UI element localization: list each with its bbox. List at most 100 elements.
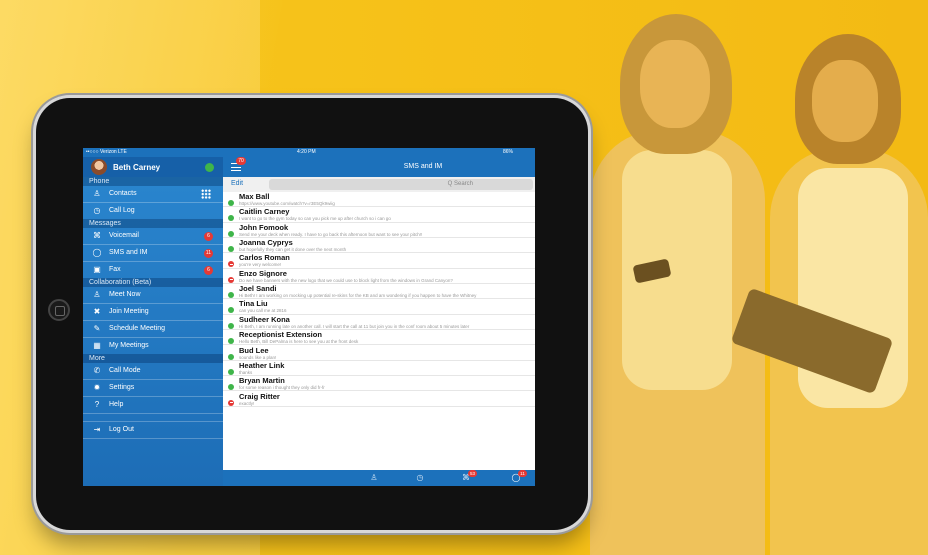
sidebar-item-settings[interactable]: ✹ Settings (83, 380, 223, 396)
conversation-row[interactable]: Joanna Cyprys but hopefully they can get … (223, 238, 535, 254)
sidebar-item-fax[interactable]: ▣ Fax 6 (83, 262, 223, 278)
conversation-row[interactable]: Carlos Roman you're very welcome! (223, 253, 535, 269)
conversation-row[interactable]: Bud Lee sounds like a plan! (223, 346, 535, 361)
message-preview: but hopefully they can get it done over … (239, 247, 347, 253)
contact-name: Bryan Martin (239, 376, 285, 386)
message-preview: for some reason i thought they only did … (239, 385, 325, 391)
sidebar-item-join-meeting[interactable]: ✖ Join Meeting (83, 304, 223, 320)
online-status-icon (228, 200, 234, 206)
avatar (91, 159, 107, 175)
user-header[interactable]: Beth Carney (83, 157, 223, 177)
contact-name: Caitlin Carney (239, 207, 290, 217)
online-status-icon (228, 338, 234, 345)
contact-name: Heather Link (239, 360, 285, 370)
clock-icon: ◷ (416, 473, 424, 482)
chat-tab-badge: 11 (518, 470, 527, 477)
sidebar-item-label: SMS and IM (109, 249, 148, 256)
sidebar-item-label: My Meetings (109, 342, 149, 349)
sidebar-item-log-out[interactable]: ⇥ Log Out (83, 422, 223, 438)
conversation-row[interactable]: John Fomook Send me your deck when ready.… (223, 223, 535, 238)
contact-name: Receptionist Extension (239, 330, 322, 340)
contact-name: Craig Ritter (239, 391, 280, 401)
do-not-disturb-icon (228, 399, 234, 406)
home-button[interactable] (48, 299, 70, 321)
conversation-row[interactable]: Heather Link thanks (223, 360, 535, 377)
contact-name: John Fomook (239, 222, 289, 232)
sidebar-item-label: Join Meeting (109, 308, 149, 315)
sidebar-item-call-mode[interactable]: ✆ Call Mode (83, 363, 223, 379)
person-2-face (812, 60, 878, 142)
divider (83, 438, 223, 439)
conversation-list: Max Ball https://www.youtube.com/watch?v=… (223, 192, 535, 470)
sidebar-item-label: Meet Now (109, 291, 141, 298)
conversation-row[interactable]: Caitlin Carney I want to go to the gym to… (223, 207, 535, 223)
conversation-row[interactable]: Sudheer Kona Hi Beth, I am running late o… (223, 315, 535, 331)
sidebar-item-label: Settings (109, 384, 135, 391)
message-preview: I want to go to the gym today so can you… (239, 216, 391, 222)
edit-button[interactable]: Edit (231, 180, 243, 187)
sidebar-item-label: Log Out (109, 426, 134, 433)
nav-bar: 70 SMS and IM (223, 157, 535, 177)
contact-name: Tina Liu (239, 299, 268, 309)
contact-name: Max Ball (239, 192, 270, 201)
online-status-icon (228, 307, 234, 314)
message-preview: Do we have banners with the new logo tha… (239, 277, 453, 283)
status-bar: ••○○○ Verizon LTE 4:20 PM 86% (83, 148, 535, 157)
presence-status-icon[interactable] (205, 163, 214, 172)
voicemail-icon: ⌘ (93, 231, 101, 240)
message-preview: Hi Beth, I am running late on another ca… (239, 323, 470, 329)
voicemail-count-badge: 6 (204, 232, 213, 241)
tablet-device: ••○○○ Verizon LTE 4:20 PM 86% Beth Carne… (36, 98, 588, 530)
tab-call-log[interactable]: ◷ (413, 473, 427, 483)
sidebar-item-contacts[interactable]: ♙ Contacts (83, 186, 223, 202)
contact-name: Joel Sandi (239, 284, 277, 294)
fax-count-badge: 6 (204, 266, 213, 275)
section-more: More (83, 354, 223, 363)
calendar-icon: ▦ (93, 341, 101, 350)
sidebar-item-schedule-meeting[interactable]: ✎ Schedule Meeting (83, 321, 223, 337)
message-preview: you're very welcome! (239, 262, 282, 268)
online-status-icon (228, 368, 234, 375)
tab-contacts[interactable]: ♙ (367, 473, 381, 483)
person-icon: ♙ (93, 189, 101, 198)
phone-icon: ✆ (93, 366, 101, 375)
conversation-row[interactable]: Receptionist Extension Hello Beth, Bill D… (223, 330, 535, 346)
contact-name: Enzo Signore (239, 268, 287, 278)
conversation-row[interactable]: Max Ball https://www.youtube.com/watch?v=… (223, 192, 535, 208)
sidebar-item-sms[interactable]: ◯ SMS and IM 11 (83, 245, 223, 261)
conversation-row[interactable]: Bryan Martin for some reason i thought th… (223, 376, 535, 392)
online-status-icon (228, 292, 234, 299)
section-collaboration: Collaboration (Beta) (83, 278, 223, 287)
dialpad-icon[interactable] (201, 189, 211, 199)
sidebar-item-voicemail[interactable]: ⌘ Voicemail 6 (83, 228, 223, 244)
section-phone: Phone (83, 177, 223, 186)
message-preview: Hi Beth! I am working on mocking up pote… (239, 293, 477, 299)
conversation-row[interactable]: Craig Ritter exactly! (223, 392, 535, 407)
conversation-row[interactable]: Joel Sandi Hi Beth! I am working on mocki… (223, 284, 535, 300)
sidebar-item-label: Contacts (109, 190, 137, 197)
conversation-row[interactable]: Tina Liu can you call me at 2816 (223, 299, 535, 315)
tab-voicemail[interactable]: ⌘ 53 (459, 470, 477, 483)
divider (83, 413, 223, 414)
message-preview: sounds like a plan! (239, 354, 277, 360)
sidebar-item-label: Schedule Meeting (109, 325, 166, 332)
help-icon: ? (94, 400, 100, 409)
tab-sms[interactable]: ◯ 11 (509, 470, 527, 483)
conversation-row[interactable]: Enzo Signore Do we have banners with the … (223, 268, 535, 285)
clock: 4:20 PM (297, 149, 316, 155)
online-status-icon (228, 246, 234, 253)
group-icon: ♙ (93, 290, 101, 299)
message-preview: https://www.youtube.com/watch?v=r3E5Qk9w… (239, 201, 335, 206)
sidebar-item-my-meetings[interactable]: ▦ My Meetings (83, 338, 223, 354)
search-input[interactable]: Q Search (269, 179, 533, 190)
do-not-disturb-icon (228, 261, 234, 268)
gear-icon: ✹ (93, 383, 101, 392)
sidebar-item-help[interactable]: ? Help (83, 397, 223, 413)
sidebar-item-meet-now[interactable]: ♙ Meet Now (83, 287, 223, 303)
chat-bubble-icon: ◯ (92, 248, 102, 257)
message-preview: thanks (239, 369, 253, 375)
tablet-screen: ••○○○ Verizon LTE 4:20 PM 86% Beth Carne… (83, 148, 535, 486)
online-status-icon (228, 384, 234, 391)
person-1-face (640, 40, 710, 128)
sidebar-item-call-log[interactable]: ◷ Call Log (83, 203, 223, 219)
